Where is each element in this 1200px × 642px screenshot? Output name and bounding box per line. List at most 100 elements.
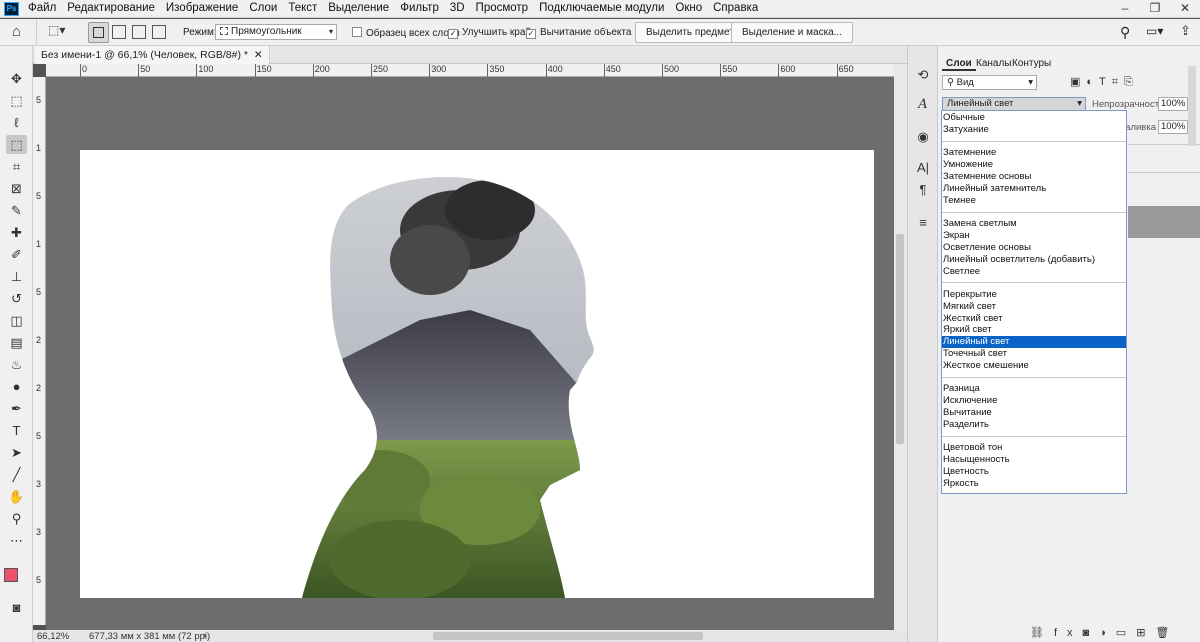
layer-footer-icons[interactable]: ⛓fx◙◑▭⊞🗑 — [1030, 626, 1179, 639]
maximize-icon[interactable]: ❐ — [1140, 0, 1170, 18]
panel-tab[interactable]: Контуры — [1008, 56, 1055, 71]
menu-item[interactable]: Текст — [288, 2, 317, 14]
adjustments-icon[interactable]: ≡ — [914, 214, 932, 232]
blend-mode-option[interactable]: Затухание — [942, 124, 1126, 136]
document-tab[interactable]: Без имени-1 @ 66,1% (Человек, RGB/8#) * … — [35, 46, 270, 64]
stamp-icon[interactable]: ⊥ — [6, 267, 27, 286]
eyedropper-icon[interactable]: ✎ — [6, 201, 27, 220]
menu-item[interactable]: Фильтр — [400, 2, 439, 14]
menu-item[interactable]: 3D — [450, 2, 465, 14]
hand-icon[interactable]: ✋ — [6, 487, 27, 506]
close-tab-icon[interactable]: ✕ — [254, 49, 263, 61]
swatches-icon[interactable]: ◉ — [914, 128, 932, 146]
blend-mode-option[interactable]: Цветность — [942, 466, 1126, 478]
dodge-icon[interactable]: ● — [6, 377, 27, 396]
vertical-scrollbar[interactable] — [894, 64, 907, 630]
blend-mode-option[interactable]: Яркий свет — [942, 324, 1126, 336]
history-brush-icon[interactable]: ↺ — [6, 289, 27, 308]
lasso-icon[interactable]: ℓ — [6, 113, 27, 132]
more-icon[interactable]: ⋯ — [6, 531, 27, 550]
blend-mode-option[interactable]: Умножение — [942, 159, 1126, 171]
blend-mode-option[interactable]: Линейный свет — [942, 336, 1126, 349]
intersect-selection-icon[interactable] — [152, 25, 166, 39]
crop-icon[interactable]: ⌗ — [6, 157, 27, 176]
character-icon[interactable]: A| — [914, 159, 932, 177]
menu-item[interactable]: Подключаемые модули — [539, 2, 664, 14]
selected-layer-row[interactable] — [1128, 206, 1200, 238]
menu-item[interactable]: Редактирование — [67, 2, 155, 14]
blend-mode-option[interactable]: Светлее — [942, 266, 1126, 278]
blend-mode-option[interactable]: Темнее — [942, 195, 1126, 207]
menu-item[interactable]: Изображение — [166, 2, 238, 14]
canvas[interactable] — [80, 150, 874, 598]
brush-icon[interactable]: ✐ — [6, 245, 27, 264]
layer-filter-icons[interactable]: ▣◐T⌗⎘ — [1070, 75, 1139, 89]
character-style-icon[interactable]: A — [914, 96, 932, 114]
blend-mode-option[interactable]: Насыщенность — [942, 454, 1126, 466]
line-icon[interactable]: ╱ — [6, 465, 27, 484]
sample-all-checkbox[interactable]: Образец всех слоев — [352, 27, 460, 39]
new-selection-icon[interactable] — [88, 22, 109, 43]
enhance-edge-checkbox[interactable]: ✓ Улучшить край — [448, 27, 531, 39]
foreground-color-swatch[interactable] — [4, 568, 18, 582]
search-icon[interactable]: ⚲ — [1120, 24, 1130, 41]
blend-mode-option[interactable]: Замена светлым — [942, 218, 1126, 230]
blend-mode-option[interactable]: Линейный осветлитель (добавить) — [942, 254, 1126, 266]
subtract-selection-icon[interactable] — [132, 25, 146, 39]
path-select-icon[interactable]: ➤ — [6, 443, 27, 462]
close-icon[interactable]: ✕ — [1170, 0, 1200, 18]
blur-icon[interactable]: ♨ — [6, 355, 27, 374]
home-icon[interactable]: ⌂ — [12, 23, 21, 40]
zoom-icon[interactable]: ⚲ — [6, 509, 27, 528]
menu-item[interactable]: Выделение — [328, 2, 389, 14]
blend-mode-option[interactable]: Вычитание — [942, 407, 1126, 419]
blend-mode-option[interactable]: Затемнение основы — [942, 171, 1126, 183]
mode-select[interactable]: Прямоугольник ▾ — [215, 24, 337, 40]
frame-icon[interactable]: ⊠ — [6, 179, 27, 198]
healing-icon[interactable]: ✚ — [6, 223, 27, 242]
select-subject-button[interactable]: Выделить предмет — [635, 22, 745, 43]
blend-mode-option[interactable]: Экран — [942, 230, 1126, 242]
pen-icon[interactable]: ✒ — [6, 399, 27, 418]
fill-input[interactable]: 100% — [1158, 120, 1188, 134]
add-selection-icon[interactable] — [112, 25, 126, 39]
share-icon[interactable]: ⇪ — [1180, 23, 1191, 39]
opacity-input[interactable]: 100% — [1158, 97, 1188, 111]
chevron-right-icon[interactable]: › — [203, 630, 206, 641]
menu-item[interactable]: Слои — [249, 2, 277, 14]
blend-mode-option[interactable]: Осветление основы — [942, 242, 1126, 254]
select-and-mask-button[interactable]: Выделение и маска... — [731, 22, 854, 43]
move-icon[interactable]: ✥ — [6, 69, 27, 88]
blend-mode-option[interactable]: Затемнение — [942, 147, 1126, 159]
blend-mode-option[interactable]: Яркость — [942, 478, 1126, 490]
gradient-icon[interactable]: ▤ — [6, 333, 27, 352]
marquee-icon[interactable]: ⬚ — [6, 91, 27, 110]
quick-mask-icon[interactable]: ◙ — [6, 598, 27, 617]
blend-mode-option[interactable]: Жесткое смешение — [942, 360, 1126, 372]
blend-mode-option[interactable]: Разделить — [942, 419, 1126, 431]
eraser-icon[interactable]: ◫ — [6, 311, 27, 330]
workspace-icon[interactable]: ▭▾ — [1146, 24, 1163, 38]
horizontal-scrollbar[interactable] — [433, 632, 703, 640]
tool-preset-icon[interactable]: ⬚▾ — [48, 23, 78, 42]
blend-mode-option[interactable]: Мягкий свет — [942, 301, 1126, 313]
zoom-level[interactable]: 66,12% — [37, 631, 69, 642]
paragraph-icon[interactable]: ¶ — [914, 181, 932, 199]
subtract-object-checkbox[interactable]: ✓ Вычитание объекта — [526, 27, 631, 39]
menu-item[interactable]: Окно — [675, 2, 702, 14]
blend-mode-option[interactable]: Цветовой тон — [942, 442, 1126, 454]
blend-mode-option[interactable]: Перекрытие — [942, 289, 1126, 301]
blend-mode-select[interactable]: Линейный свет ▾ — [942, 97, 1086, 111]
blend-mode-option[interactable]: Разница — [942, 383, 1126, 395]
object-select-icon[interactable]: ⬚ — [6, 135, 27, 154]
panel-scrollbar[interactable] — [1188, 66, 1196, 146]
blend-mode-option[interactable]: Точечный свет — [942, 348, 1126, 360]
blend-mode-option[interactable]: Жесткий свет — [942, 313, 1126, 325]
menu-item[interactable]: Просмотр — [476, 2, 529, 14]
panel-tab[interactable]: Слои — [942, 56, 976, 71]
menu-item[interactable]: Файл — [28, 2, 56, 14]
blend-mode-option[interactable]: Обычные — [942, 112, 1126, 124]
type-icon[interactable]: T — [6, 421, 27, 440]
blend-mode-option[interactable]: Исключение — [942, 395, 1126, 407]
layer-filter-select[interactable]: ⚲ Вид ▾ — [942, 75, 1037, 90]
